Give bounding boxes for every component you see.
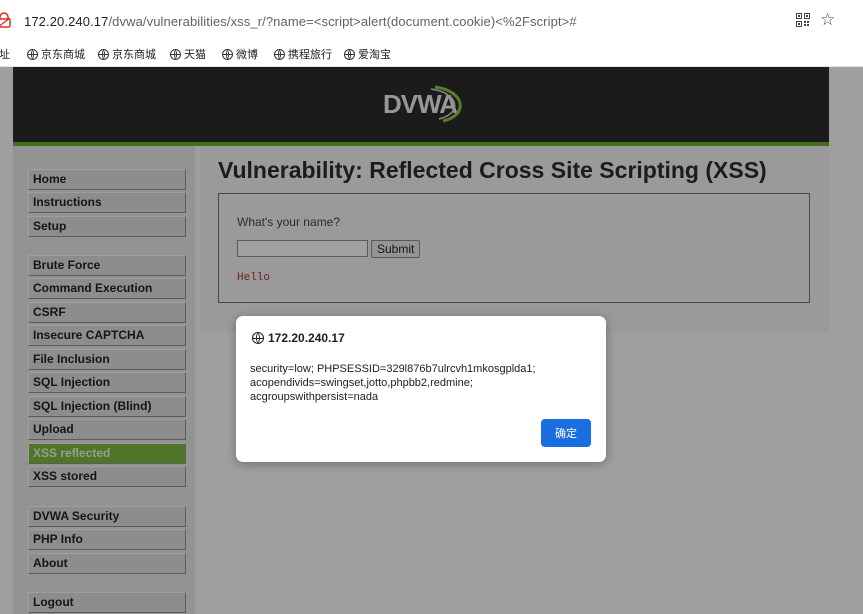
url-text[interactable]: 172.20.240.17/dvwa/vulnerabilities/xss_r… — [24, 14, 577, 29]
globe-icon — [98, 49, 109, 60]
globe-icon — [222, 49, 233, 60]
dialog-message: security=low; PHPSESSID=329l876b7ulrcvh1… — [250, 363, 536, 403]
globe-icon — [170, 49, 181, 60]
bookmarks-bar: 网址 京东商城 京东商城 天猫 微博 携程旅行 爱淘宝 — [0, 42, 863, 67]
url-path: /dvwa/vulnerabilities/xss_r/?name=<scrip… — [108, 14, 577, 29]
bookmark-item[interactable]: 京东商城 — [27, 46, 85, 62]
dialog-title: 172.20.240.17 — [252, 331, 345, 345]
globe-icon — [344, 49, 355, 60]
bookmarks-label[interactable]: 网址 — [0, 46, 10, 62]
globe-icon — [27, 49, 38, 60]
bookmark-star-icon[interactable]: ☆ — [820, 10, 835, 30]
bookmark-item[interactable]: 京东商城 — [98, 46, 156, 62]
address-bar[interactable]: 172.20.240.17/dvwa/vulnerabilities/xss_r… — [0, 0, 863, 42]
bookmark-item[interactable]: 天猫 — [170, 46, 206, 62]
ok-button[interactable]: 确定 — [541, 419, 591, 447]
alert-dialog: 172.20.240.17 security=low; PHPSESSID=32… — [236, 316, 606, 462]
bookmark-item[interactable]: 微博 — [222, 46, 258, 62]
bookmark-item[interactable]: 携程旅行 — [274, 46, 332, 62]
globe-icon — [252, 332, 264, 344]
not-secure-icon[interactable] — [0, 12, 11, 28]
bookmark-item[interactable]: 爱淘宝 — [344, 46, 391, 62]
dialog-origin: 172.20.240.17 — [268, 331, 345, 345]
qr-code-icon[interactable] — [796, 13, 810, 27]
globe-icon — [274, 49, 285, 60]
url-host: 172.20.240.17 — [24, 14, 109, 29]
